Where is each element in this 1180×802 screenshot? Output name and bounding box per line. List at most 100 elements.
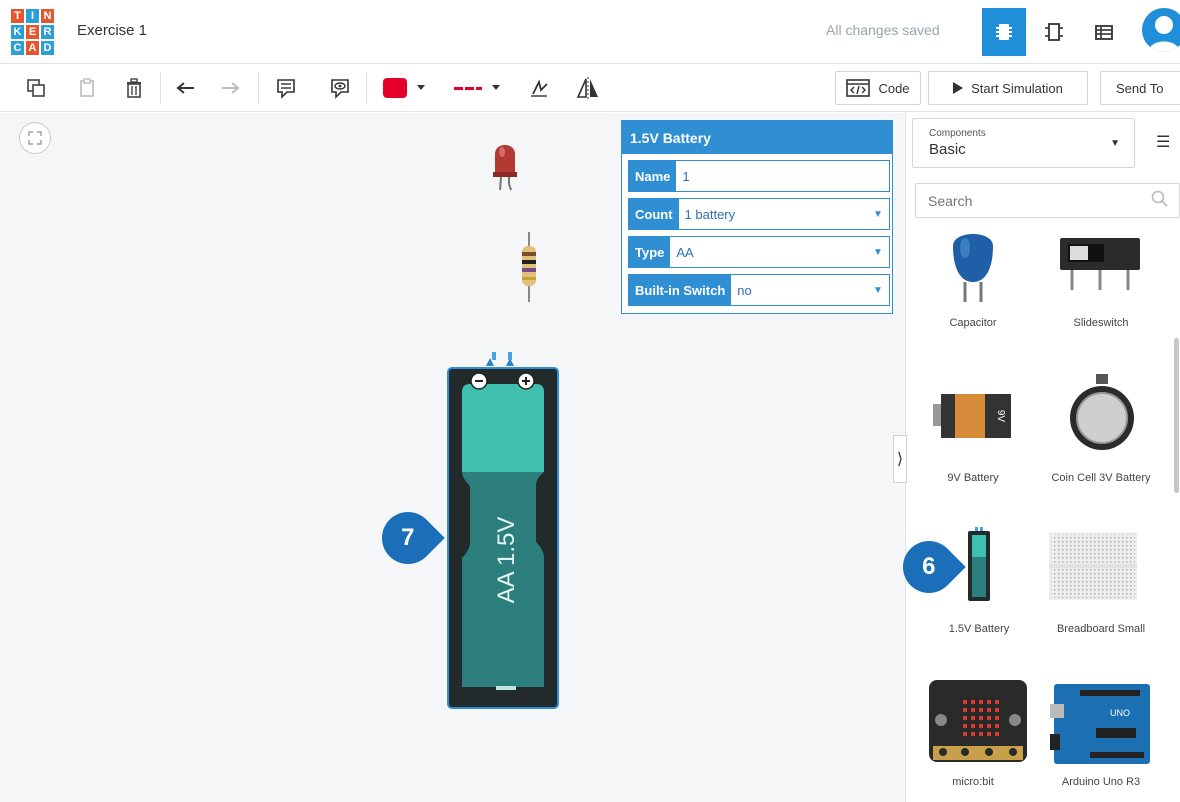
code-icon (846, 79, 871, 97)
component-list-icon (1095, 25, 1113, 40)
logo-letter: E (25, 24, 40, 40)
notes-button[interactable] (272, 72, 300, 104)
name-value[interactable]: 1 (676, 169, 889, 184)
circuit-view-icon (996, 24, 1012, 40)
toolbar-divider (258, 72, 259, 104)
schematic-view-icon (1045, 23, 1063, 41)
callout-number: 7 (401, 524, 415, 552)
built-in-switch-value[interactable]: no (731, 283, 867, 298)
undo-button[interactable] (172, 72, 200, 104)
chevron-down-icon[interactable]: ▼ (867, 209, 889, 220)
tinkercad-logo[interactable]: T I N K E R C A D (10, 8, 55, 56)
inspector-title: 1.5V Battery (622, 121, 892, 154)
start-simulation-button[interactable]: Start Simulation (928, 71, 1088, 105)
start-simulation-label: Start Simulation (971, 80, 1063, 96)
component-label: Capacitor (949, 317, 997, 329)
count-value[interactable]: 1 battery (679, 207, 867, 222)
schematic-view-button[interactable] (1032, 8, 1076, 56)
send-to-label: Send To (1116, 80, 1164, 96)
logo-letter: T (10, 8, 25, 24)
wire-dash-icon (454, 86, 482, 90)
flip-icon (576, 77, 598, 99)
components-dropdown-value: Basic (929, 141, 966, 158)
components-dropdown[interactable]: Components Basic ▼ (912, 118, 1135, 168)
rotate-button[interactable] (526, 72, 554, 104)
send-to-button[interactable]: Send To (1100, 71, 1180, 105)
redo-icon (222, 82, 240, 94)
copy-button[interactable] (22, 72, 50, 104)
document-title[interactable]: Exercise 1 (77, 22, 147, 39)
type-value[interactable]: AA (670, 245, 867, 260)
coin-cell-battery-component-icon[interactable] (1068, 374, 1136, 456)
1.5v-battery-component-icon[interactable] (966, 527, 992, 603)
wire-type-picker[interactable] (446, 72, 508, 104)
9v-battery-component-icon[interactable]: 9V (929, 392, 1015, 440)
component-label: Coin Cell 3V Battery (1051, 472, 1151, 484)
toolbar-divider (160, 72, 161, 104)
logo-letter: K (10, 24, 25, 40)
flip-button[interactable] (574, 72, 602, 104)
svg-text:9V: 9V (995, 410, 1006, 423)
battery-label: AA 1.5V (493, 516, 520, 604)
name-field[interactable]: Name 1 (628, 160, 890, 192)
user-avatar-icon (1148, 16, 1180, 52)
rotate-icon (531, 79, 548, 97)
save-status: All changes saved (826, 22, 940, 38)
notes-visibility-icon (331, 79, 349, 99)
search-icon[interactable] (1151, 190, 1169, 208)
top-header: T I N K E R C A D Exercise 1 All changes… (0, 0, 1180, 64)
chevron-down-icon (417, 85, 425, 90)
color-swatch (383, 78, 407, 98)
notes-icon (277, 79, 295, 99)
type-select[interactable]: Type AA ▼ (628, 236, 890, 268)
resistor-component[interactable] (518, 232, 540, 302)
user-avatar[interactable] (1142, 8, 1180, 52)
component-label: Slideswitch (1073, 317, 1129, 329)
zoom-to-fit-button[interactable] (19, 122, 51, 154)
notes-visibility-button[interactable] (326, 72, 354, 104)
component-label: 9V Battery (947, 472, 999, 484)
chevron-right-icon: ⟩ (896, 451, 904, 468)
edit-toolbar: Code Start Simulation Send To (0, 64, 1180, 112)
led-component[interactable] (492, 138, 518, 198)
undo-icon (176, 82, 194, 94)
microbit-component-icon[interactable] (929, 680, 1027, 762)
component-label: 1.5V Battery (948, 623, 1010, 635)
component-label: Breadboard Small (1056, 623, 1146, 635)
component-list-button[interactable] (1082, 8, 1126, 56)
breadboard-small-component-icon[interactable] (1049, 532, 1137, 600)
built-in-switch-select[interactable]: Built-in Switch no ▼ (628, 274, 890, 306)
paste-button[interactable] (74, 72, 102, 104)
component-search-input[interactable] (915, 183, 1180, 218)
redo-button[interactable] (216, 72, 244, 104)
chevron-down-icon: ▼ (1110, 138, 1120, 149)
list-view-icon[interactable]: ☰ (1156, 132, 1170, 152)
toolbar-divider (366, 72, 367, 104)
svg-text:UNO: UNO (1110, 708, 1130, 718)
delete-button[interactable] (120, 72, 148, 104)
type-label: Type (629, 237, 671, 267)
code-button[interactable]: Code (835, 71, 921, 105)
panel-collapse-button[interactable]: ⟩ (893, 435, 907, 483)
copy-icon (27, 79, 45, 97)
chevron-down-icon[interactable]: ▼ (867, 247, 889, 258)
color-picker[interactable] (378, 72, 430, 104)
name-label: Name (629, 161, 677, 191)
logo-letter: A (25, 40, 40, 56)
logo-letter: I (25, 8, 40, 24)
built-in-switch-label: Built-in Switch (629, 275, 732, 305)
panel-scrollbar[interactable] (1174, 338, 1179, 493)
paste-icon (80, 78, 94, 97)
circuit-view-button[interactable] (982, 8, 1026, 56)
component-label: micro:bit (952, 776, 994, 788)
chevron-down-icon[interactable]: ▼ (867, 285, 889, 296)
properties-inspector: 1.5V Battery Name 1 Count 1 battery ▼ Ty… (621, 120, 893, 314)
components-dropdown-caption: Components (929, 128, 986, 139)
capacitor-component-icon[interactable] (947, 226, 999, 306)
code-label: Code (878, 80, 910, 96)
count-select[interactable]: Count 1 battery ▼ (628, 198, 890, 230)
arduino-uno-component-icon[interactable]: UNO (1050, 684, 1150, 764)
logo-letter: N (40, 8, 55, 24)
component-label: Arduino Uno R3 (1061, 776, 1141, 788)
slideswitch-component-icon[interactable] (1058, 234, 1142, 294)
